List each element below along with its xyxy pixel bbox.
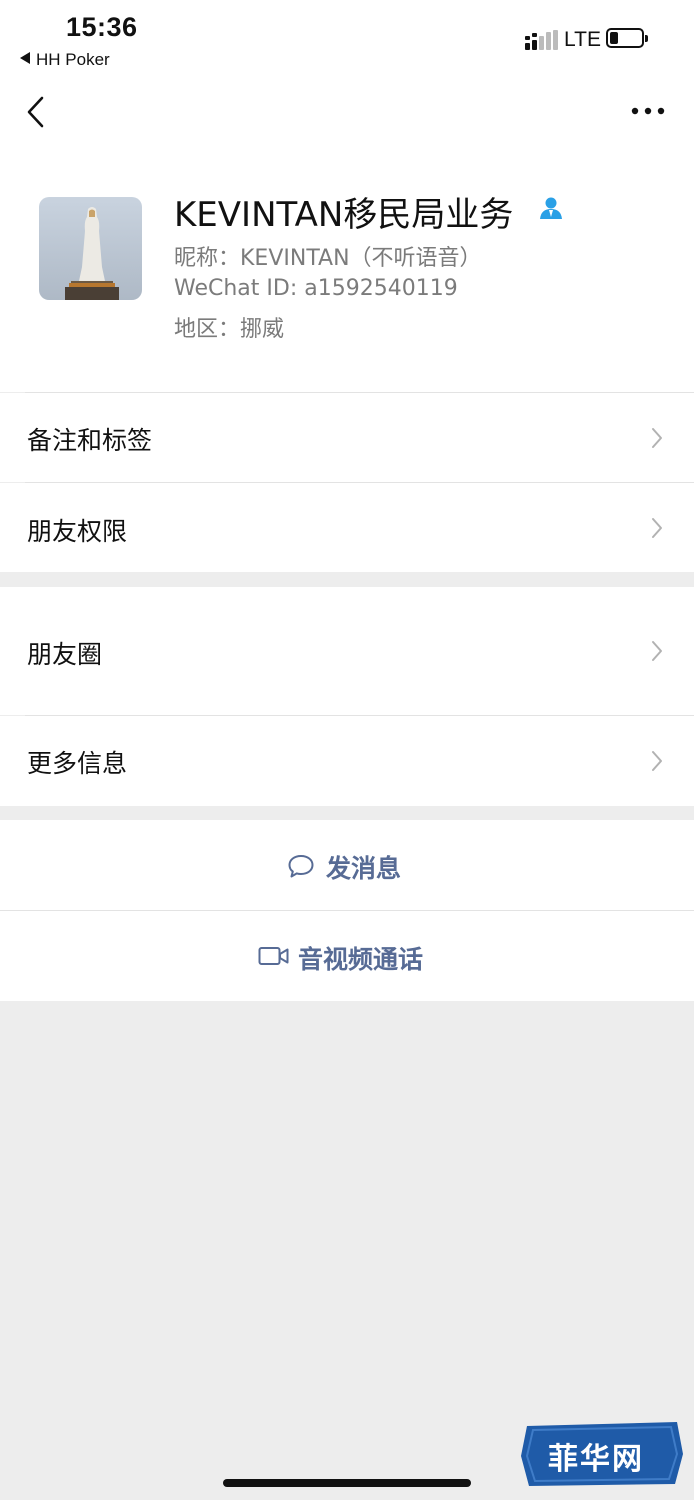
profile-wechat-id: WeChat ID: a1592540119 bbox=[174, 276, 458, 301]
video-call-button[interactable]: 音视频通话 bbox=[0, 911, 694, 1001]
menu-item-more-info[interactable]: 更多信息 bbox=[0, 716, 694, 806]
chevron-right-icon bbox=[652, 751, 662, 771]
video-call-label: 音视频通话 bbox=[298, 945, 424, 974]
chevron-right-icon bbox=[652, 641, 662, 661]
menu-item-label: 朋友圈 bbox=[27, 640, 103, 669]
menu-item-remark-tags[interactable]: 备注和标签 bbox=[0, 393, 694, 482]
back-to-app-link[interactable]: HH Poker bbox=[20, 50, 110, 70]
watermark-text: 菲华网 bbox=[548, 1442, 644, 1477]
back-triangle-icon bbox=[20, 52, 30, 64]
more-dots-icon[interactable] bbox=[630, 106, 666, 116]
network-type: LTE bbox=[564, 28, 601, 51]
profile-nickname: 昵称：KEVINTAN（不听语音） bbox=[174, 246, 482, 271]
back-chevron-icon[interactable] bbox=[24, 95, 48, 129]
status-time: 15:36 bbox=[66, 12, 138, 42]
avatar[interactable] bbox=[39, 197, 142, 300]
send-message-label: 发消息 bbox=[326, 854, 402, 883]
menu-item-label: 备注和标签 bbox=[27, 426, 153, 455]
chevron-right-icon bbox=[652, 518, 662, 538]
signal-icon bbox=[525, 30, 558, 50]
profile-name: KEVINTAN移民局业务 bbox=[174, 195, 514, 235]
send-message-button[interactable]: 发消息 bbox=[0, 820, 694, 910]
home-indicator[interactable] bbox=[223, 1479, 471, 1487]
back-app-label: HH Poker bbox=[36, 50, 110, 69]
menu-item-label: 朋友权限 bbox=[27, 517, 128, 546]
menu-item-moments[interactable]: 朋友圈 bbox=[0, 587, 694, 715]
profile-region: 地区：挪威 bbox=[174, 317, 285, 342]
person-verified-icon bbox=[540, 197, 562, 219]
menu-item-friend-permissions[interactable]: 朋友权限 bbox=[0, 483, 694, 572]
chat-bubble-icon bbox=[288, 855, 314, 878]
battery-icon bbox=[606, 28, 648, 48]
menu-item-label: 更多信息 bbox=[27, 749, 128, 778]
nav-bar bbox=[0, 80, 694, 150]
video-camera-icon bbox=[258, 947, 289, 965]
chevron-right-icon bbox=[652, 428, 662, 448]
